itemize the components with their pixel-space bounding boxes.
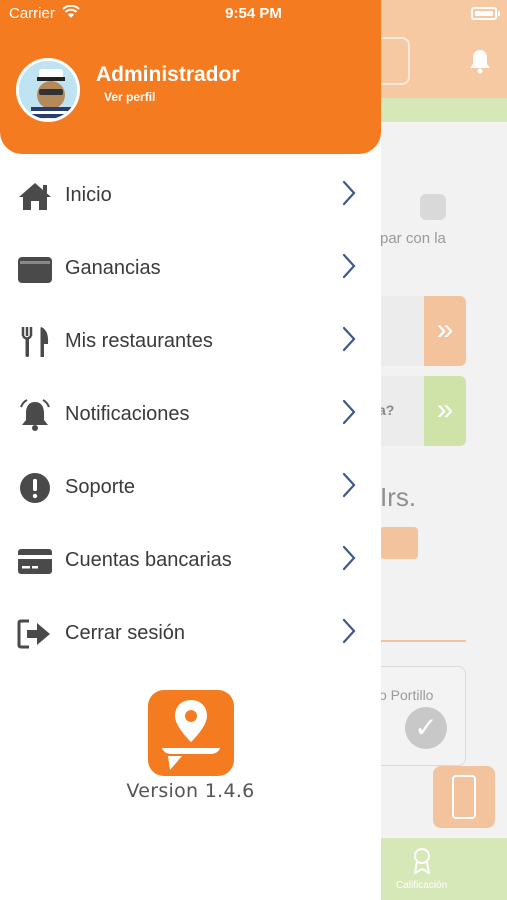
chevron-right-icon [342, 472, 356, 498]
double-chevron-icon: » [424, 296, 466, 366]
menu-item-cerrar-sesion[interactable]: Cerrar sesión [0, 598, 381, 671]
menu-item-label: Notificaciones [65, 403, 190, 425]
chevron-right-icon [342, 180, 356, 206]
background-button [380, 527, 418, 559]
credit-card-icon [18, 549, 52, 574]
home-icon [19, 183, 51, 210]
chevron-right-icon [342, 326, 356, 352]
background-text: par con la [380, 230, 446, 247]
chevron-right-icon [342, 253, 356, 279]
menu-item-soporte[interactable]: Soporte [0, 452, 381, 525]
background-text: o Portillo [379, 687, 434, 703]
background-bell-icon [470, 50, 490, 74]
phone-icon [452, 775, 476, 819]
exclamation-icon [20, 473, 50, 503]
chevron-right-icon [342, 618, 356, 644]
qr-phone-button [433, 766, 495, 828]
menu-item-label: Cerrar sesión [65, 622, 186, 644]
chevron-right-icon [342, 545, 356, 571]
menu-item-label: Mis restaurantes [65, 330, 213, 352]
menu-item-ganancias[interactable]: Ganancias [0, 233, 381, 306]
background-hours-text: Irs. [380, 482, 417, 512]
menu-item-label: Inicio [65, 184, 112, 206]
tab-label: Calificación [396, 880, 448, 891]
status-bar: Carrier 9:54 PM [0, 0, 507, 28]
fingerprint-icon [420, 194, 446, 220]
menu-item-cuentas-bancarias[interactable]: Cuentas bancarias [0, 525, 381, 598]
avatar[interactable] [16, 58, 80, 122]
double-chevron-icon: » [424, 376, 466, 446]
app-logo [148, 690, 234, 776]
menu-item-label: Cuentas bancarias [65, 549, 232, 571]
menu-item-label: Soporte [65, 476, 136, 498]
logout-icon [17, 619, 50, 649]
check-icon: ✓ [405, 707, 447, 749]
fork-knife-icon [21, 327, 49, 357]
user-name: Administrador [96, 63, 240, 86]
background-tab-bar: Calificación [380, 838, 507, 900]
avatar-image [19, 61, 77, 119]
clock: 9:54 PM [225, 5, 282, 22]
medal-icon [413, 848, 431, 874]
menu-item-notificaciones[interactable]: Notificaciones [0, 379, 381, 452]
app-version: Version 1.4.6 [126, 780, 255, 802]
menu-item-mis-restaurantes[interactable]: Mis restaurantes [0, 306, 381, 379]
chevron-right-icon [342, 399, 356, 425]
menu-item-label: Ganancias [65, 257, 161, 279]
bell-icon [20, 399, 50, 431]
wallet-icon [18, 257, 52, 283]
battery-tip [498, 11, 500, 16]
divider [380, 640, 466, 642]
battery-icon [471, 7, 497, 20]
side-drawer: Administrador Ver perfil Inicio Ganancia… [0, 0, 381, 900]
menu-item-inicio[interactable]: Inicio [0, 160, 381, 233]
view-profile-link[interactable]: Ver perfil [104, 90, 155, 104]
